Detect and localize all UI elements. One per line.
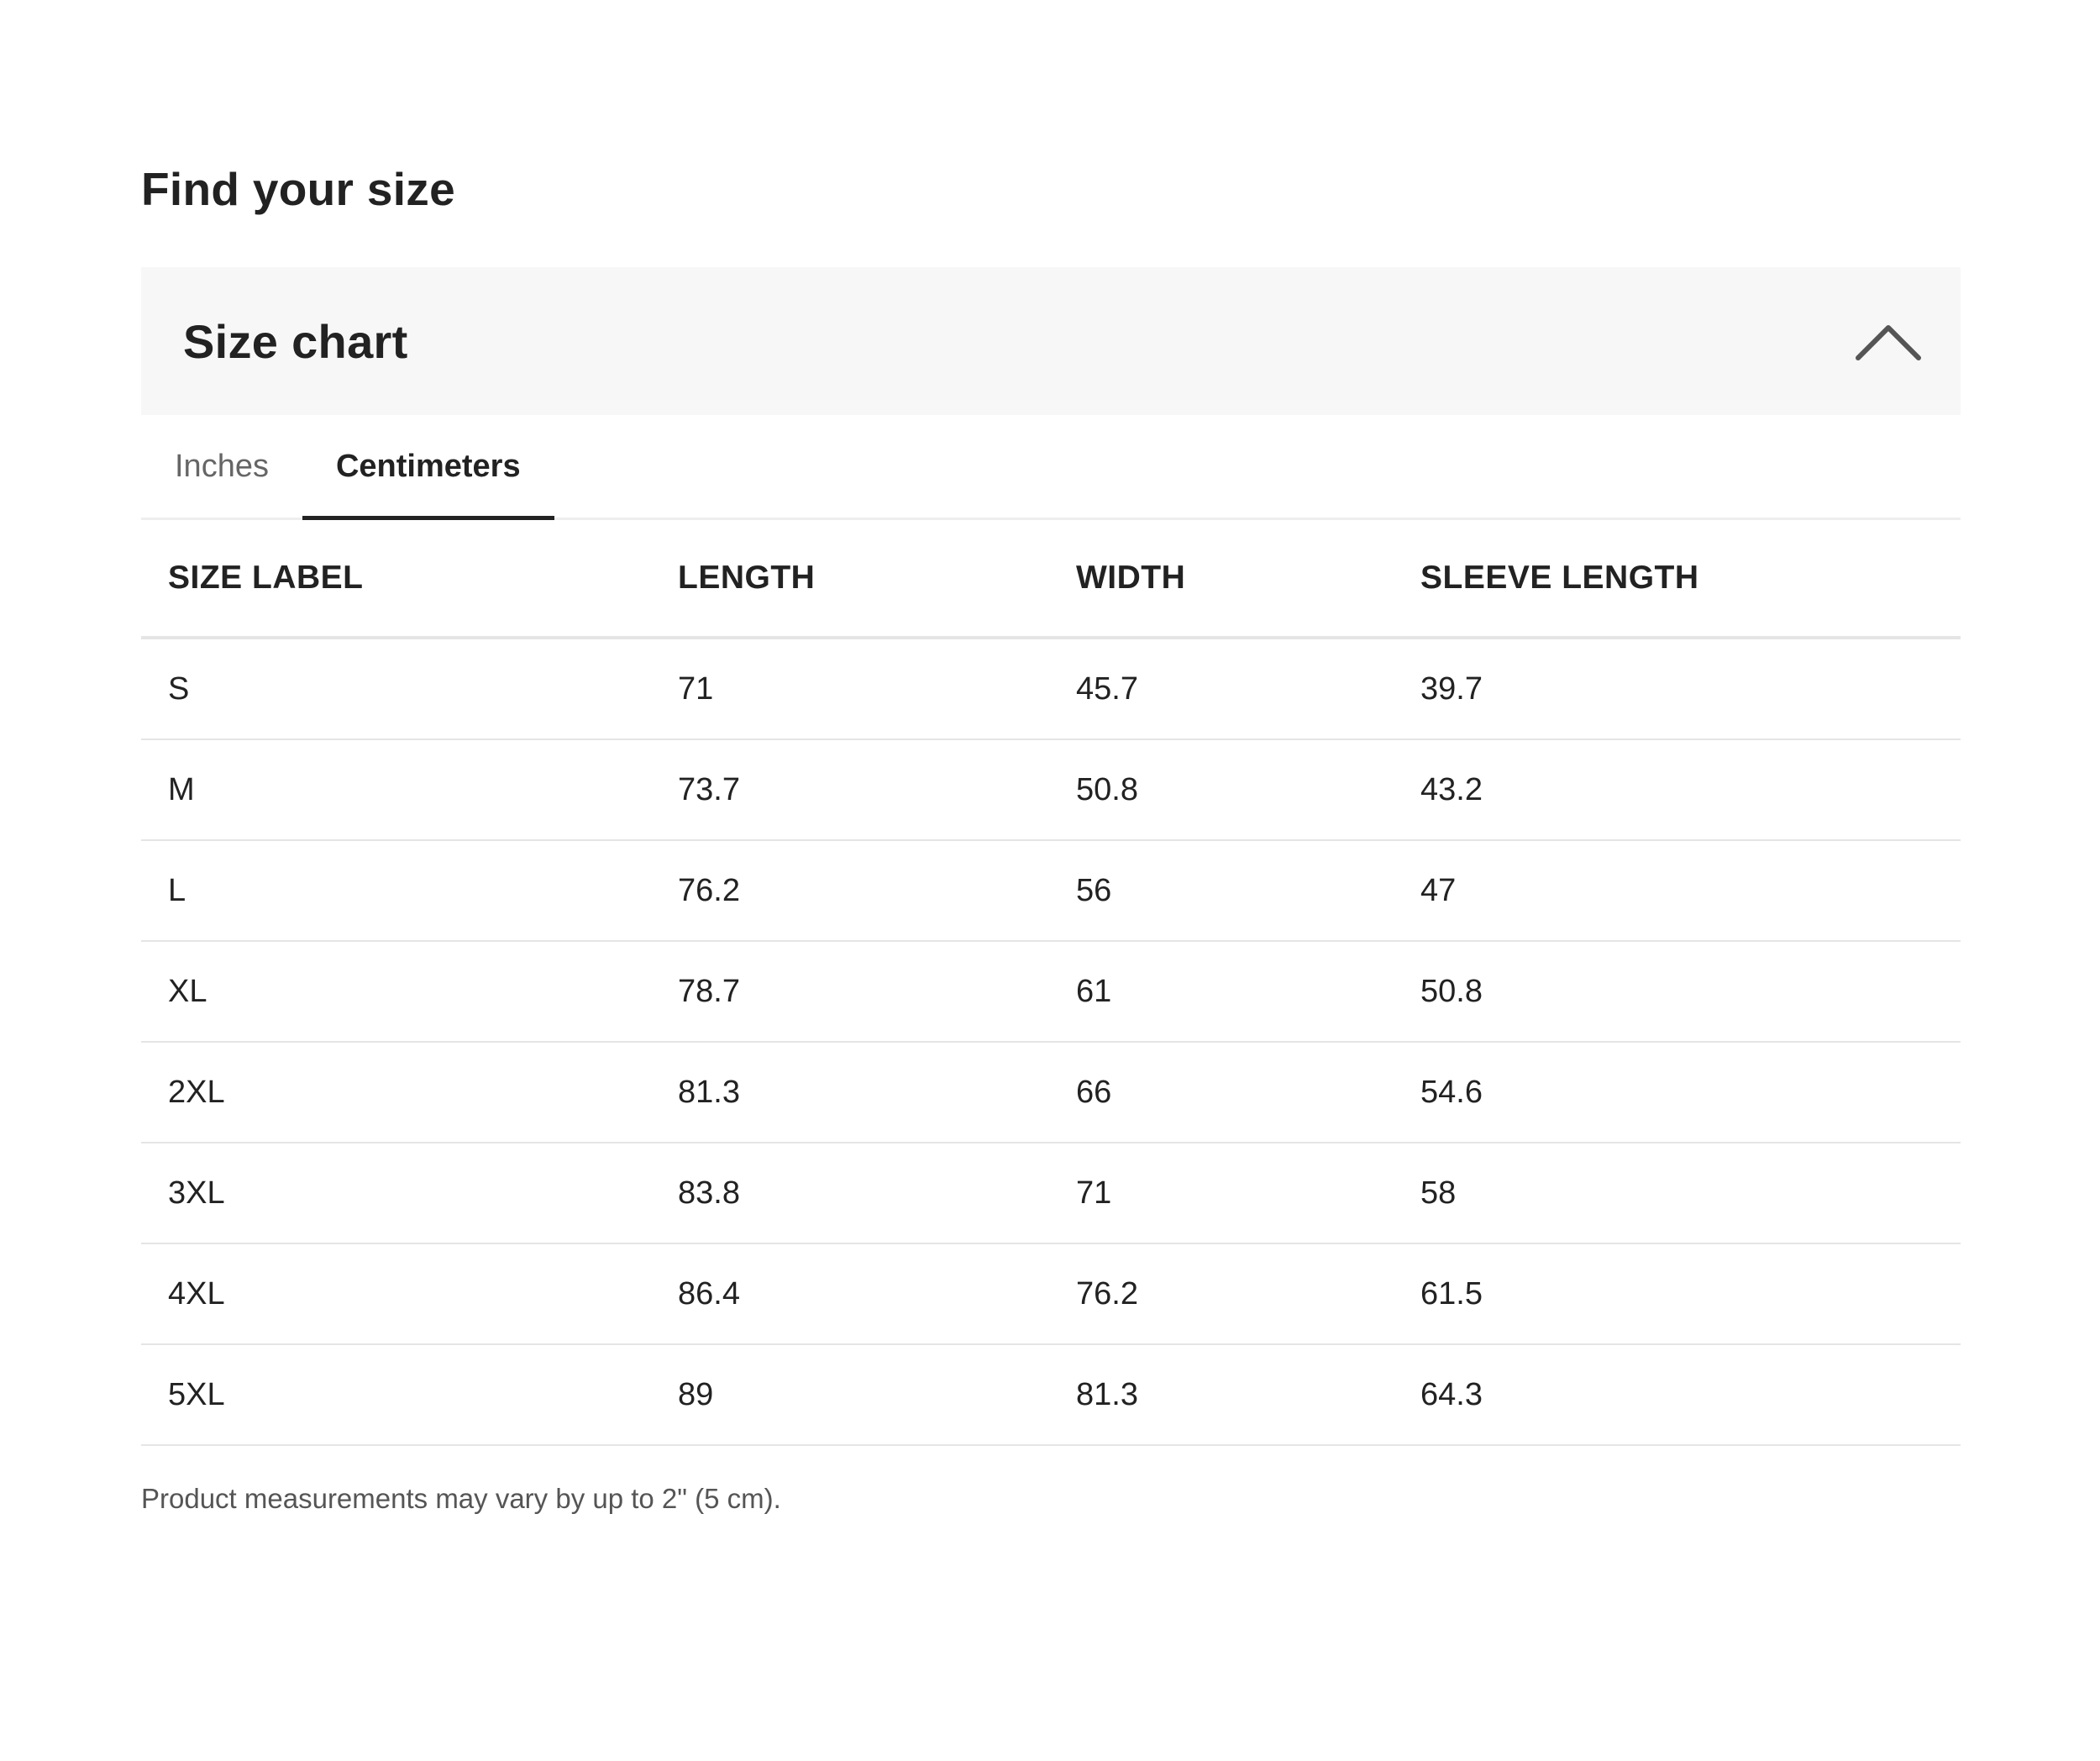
cell-width: 71 (1049, 1143, 1394, 1244)
cell-size: 5XL (141, 1344, 651, 1446)
cell-size: M (141, 739, 651, 841)
cell-length: 76.2 (651, 840, 1049, 942)
cell-sleeve-length: 47 (1394, 840, 1961, 942)
table-row: 3XL 83.8 71 58 (141, 1143, 1961, 1244)
tab-centimeters[interactable]: Centimeters (302, 415, 554, 520)
column-header-size-label: SIZE LABEL (141, 520, 651, 639)
table-row: 4XL 86.4 76.2 61.5 (141, 1243, 1961, 1345)
cell-sleeve-length: 43.2 (1394, 739, 1961, 841)
unit-tabs: Inches Centimeters (141, 415, 1961, 520)
column-header-width: WIDTH (1049, 520, 1394, 639)
column-header-length: LENGTH (651, 520, 1049, 639)
cell-length: 78.7 (651, 941, 1049, 1043)
cell-width: 50.8 (1049, 739, 1394, 841)
cell-width: 45.7 (1049, 638, 1394, 740)
cell-sleeve-length: 61.5 (1394, 1243, 1961, 1345)
cell-sleeve-length: 39.7 (1394, 638, 1961, 740)
size-guide: Find your size Size chart Inches Centime… (141, 160, 1961, 1515)
cell-length: 81.3 (651, 1042, 1049, 1143)
table-row: 5XL 89 81.3 64.3 (141, 1344, 1961, 1446)
table-row: S 71 45.7 39.7 (141, 638, 1961, 740)
cell-width: 56 (1049, 840, 1394, 942)
cell-length: 73.7 (651, 739, 1049, 841)
cell-sleeve-length: 64.3 (1394, 1344, 1961, 1446)
table-row: 2XL 81.3 66 54.6 (141, 1042, 1961, 1143)
table-header-row: SIZE LABEL LENGTH WIDTH SLEEVE LENGTH (141, 520, 1961, 639)
table-row: XL 78.7 61 50.8 (141, 941, 1961, 1043)
size-table: SIZE LABEL LENGTH WIDTH SLEEVE LENGTH S … (141, 520, 1961, 1446)
cell-width: 66 (1049, 1042, 1394, 1143)
cell-size: L (141, 840, 651, 942)
cell-length: 83.8 (651, 1143, 1049, 1244)
cell-size: 2XL (141, 1042, 651, 1143)
cell-size: 4XL (141, 1243, 651, 1345)
page-title: Find your size (141, 163, 455, 215)
cell-length: 71 (651, 638, 1049, 740)
cell-sleeve-length: 50.8 (1394, 941, 1961, 1043)
tab-inches[interactable]: Inches (141, 415, 302, 518)
cell-sleeve-length: 54.6 (1394, 1042, 1961, 1143)
cell-width: 61 (1049, 941, 1394, 1043)
table-row: M 73.7 50.8 43.2 (141, 739, 1961, 841)
size-chart-accordion-header[interactable]: Size chart (141, 267, 1961, 415)
cell-width: 76.2 (1049, 1243, 1394, 1345)
cell-length: 86.4 (651, 1243, 1049, 1345)
cell-size: XL (141, 941, 651, 1043)
table-row: L 76.2 56 47 (141, 840, 1961, 942)
cell-size: 3XL (141, 1143, 651, 1244)
accordion-title: Size chart (183, 314, 408, 368)
measurement-footnote: Product measurements may vary by up to 2… (141, 1483, 781, 1514)
chevron-up-icon[interactable] (1855, 316, 1922, 366)
cell-size: S (141, 638, 651, 740)
cell-width: 81.3 (1049, 1344, 1394, 1446)
column-header-sleeve-length: SLEEVE LENGTH (1394, 520, 1961, 639)
cell-length: 89 (651, 1344, 1049, 1446)
cell-sleeve-length: 58 (1394, 1143, 1961, 1244)
